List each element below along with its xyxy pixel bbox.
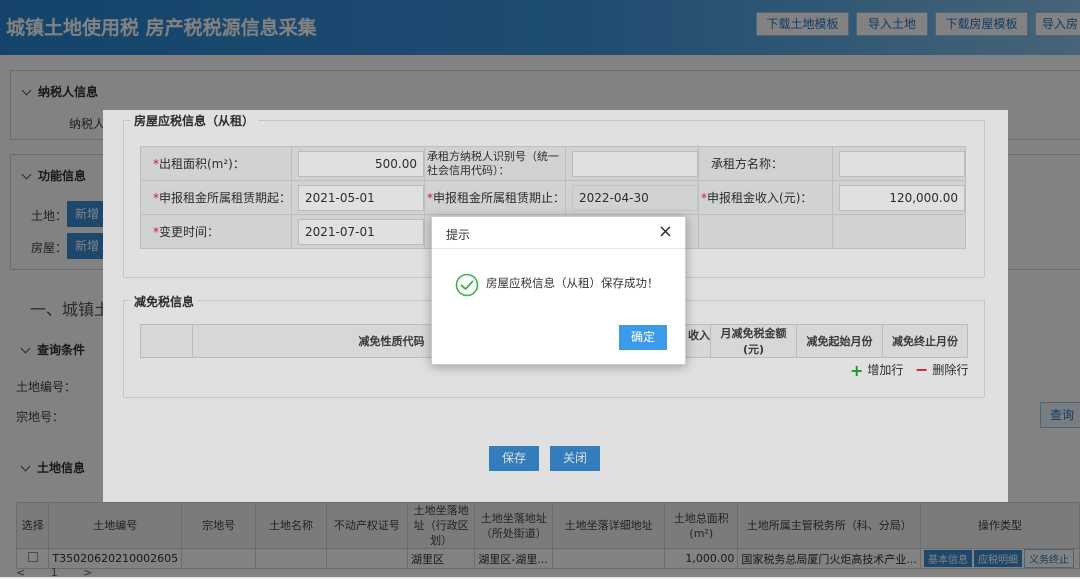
alert-dialog: 提示 × 房屋应税信息（从租）保存成功！ 确定 <box>431 216 686 365</box>
ok-button[interactable]: 确定 <box>619 325 667 350</box>
dialog-divider <box>432 248 685 249</box>
success-check-icon <box>455 273 479 297</box>
dialog-title: 提示 <box>446 228 471 242</box>
dialog-message: 房屋应税信息（从租）保存成功！ <box>486 276 659 290</box>
close-icon[interactable]: × <box>658 222 673 242</box>
